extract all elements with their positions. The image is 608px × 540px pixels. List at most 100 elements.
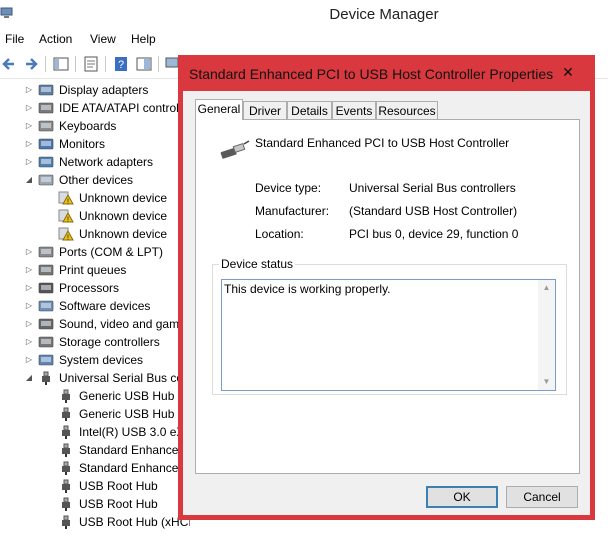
tree-item-label: Print queues <box>59 263 127 277</box>
tree-item-label: Unknown device <box>79 191 168 205</box>
expanded-arrow-icon[interactable]: ◢ <box>24 369 34 387</box>
menu-file[interactable]: File <box>5 32 24 46</box>
collapsed-arrow-icon[interactable]: ▷ <box>24 99 34 117</box>
collapsed-arrow-icon[interactable]: ▷ <box>24 117 34 135</box>
back-arrow-icon[interactable] <box>0 55 18 73</box>
collapsed-arrow-icon[interactable]: ▷ <box>24 315 34 333</box>
tree-item-label: Other devices <box>59 173 134 187</box>
tree-item-label: USB Root Hub (xHCI) <box>79 515 190 529</box>
tree-item-label: System devices <box>59 353 144 367</box>
show-hidden-icon[interactable] <box>135 55 153 73</box>
status-scrollbar[interactable]: ▲ ▼ <box>538 280 555 390</box>
device-status-textbox[interactable]: This device is working properly. ▲ ▼ <box>221 279 556 391</box>
ok-button[interactable]: OK <box>426 486 498 508</box>
collapsed-arrow-icon[interactable]: ▷ <box>24 81 34 99</box>
window-titlebar: Device Manager <box>0 0 608 30</box>
device-type-value: Universal Serial Bus controllers <box>349 181 516 195</box>
tree-item-label: Standard Enhanced PCI to USB Host Contro… <box>79 443 190 457</box>
menu-view[interactable]: View <box>90 32 116 46</box>
tree-item-label: Sound, video and game controllers <box>59 317 190 331</box>
tab-driver[interactable]: Driver <box>243 101 287 119</box>
scroll-down-icon[interactable]: ▼ <box>538 374 555 390</box>
collapsed-arrow-icon[interactable]: ▷ <box>24 279 34 297</box>
manufacturer-value: (Standard USB Host Controller) <box>349 204 518 218</box>
speaker-icon <box>38 318 54 330</box>
usb-plug-icon <box>62 407 70 421</box>
window-title: Device Manager <box>329 6 439 23</box>
close-icon[interactable]: ✕ <box>558 64 578 81</box>
usb-plug-icon <box>62 443 70 457</box>
tree-item-label: Processors <box>59 281 120 295</box>
device-name: Standard Enhanced PCI to USB Host Contro… <box>255 136 510 150</box>
tree-item-label: Generic USB Hub <box>79 407 175 421</box>
display-adapter-icon <box>38 84 54 96</box>
collapsed-arrow-icon[interactable]: ▷ <box>24 333 34 351</box>
device-type-label: Device type: <box>255 181 322 195</box>
svg-text:?: ? <box>118 59 124 71</box>
usb-plug-icon <box>220 140 250 159</box>
system-device-icon <box>38 354 54 366</box>
collapsed-arrow-icon[interactable]: ▷ <box>24 351 34 369</box>
network-adapter-icon <box>38 156 54 168</box>
forward-arrow-icon[interactable] <box>22 55 40 73</box>
expanded-arrow-icon[interactable]: ◢ <box>24 171 34 189</box>
console-tree-icon[interactable] <box>52 55 70 73</box>
tree-item-label: IDE ATA/ATAPI controllers <box>59 101 190 115</box>
device-tree[interactable]: ▷ Display adapters ▷ IDE ATA/ATAPI controll… <box>0 80 190 540</box>
toolbar-separator <box>75 56 76 72</box>
cancel-button[interactable]: Cancel <box>506 486 578 508</box>
toolbar-separator <box>45 56 46 72</box>
tab-general[interactable]: General <box>195 99 243 120</box>
device-status-label: Device status <box>219 257 296 271</box>
unknown-device-warning-icon: ! <box>58 227 74 241</box>
dialog-title: Standard Enhanced PCI to USB Host Contro… <box>189 66 554 82</box>
usb-plug-icon <box>62 461 70 475</box>
tree-item-label: Monitors <box>59 137 106 151</box>
tree-item-label: Unknown device <box>79 209 168 223</box>
toolbar-separator <box>105 56 106 72</box>
usb-plug-icon <box>42 371 50 385</box>
general-tab-panel: Standard Enhanced PCI to USB Host Contro… <box>195 119 580 474</box>
menu-action[interactable]: Action <box>39 32 72 46</box>
dialog-titlebar[interactable]: Standard Enhanced PCI to USB Host Contro… <box>183 60 590 91</box>
collapsed-arrow-icon[interactable]: ▷ <box>24 135 34 153</box>
usb-plug-icon <box>62 425 70 439</box>
processor-icon <box>38 282 54 294</box>
tree-item-label: Intel(R) USB 3.0 eXtensible Host Control… <box>79 425 190 439</box>
location-label: Location: <box>255 227 304 241</box>
properties-dialog: Standard Enhanced PCI to USB Host Contro… <box>178 55 595 520</box>
tree-item-label: Standard Enhanced PCI to USB Host Contro… <box>79 461 190 475</box>
device-status-text: This device is working properly. <box>224 282 391 296</box>
svg-text:!: ! <box>67 235 69 242</box>
usb-plug-icon <box>62 479 70 493</box>
svg-text:!: ! <box>67 199 69 206</box>
menu-help[interactable]: Help <box>131 32 156 46</box>
tree-item-label: Keyboards <box>59 119 117 133</box>
monitor-icon <box>38 138 54 150</box>
printer-icon <box>38 264 54 276</box>
tree-item-label: Storage controllers <box>59 335 160 349</box>
storage-controller-icon <box>38 336 54 348</box>
location-value: PCI bus 0, device 29, function 0 <box>349 227 519 241</box>
software-device-icon <box>38 300 54 312</box>
tree-item-label: Universal Serial Bus controllers <box>59 371 190 385</box>
collapsed-arrow-icon[interactable]: ▷ <box>24 297 34 315</box>
collapsed-arrow-icon[interactable]: ▷ <box>24 261 34 279</box>
tree-item-label: USB Root Hub <box>79 497 158 511</box>
properties-icon[interactable] <box>82 55 100 73</box>
dialog-tabs: General Driver Details Events Resources <box>195 99 585 120</box>
scroll-up-icon[interactable]: ▲ <box>538 280 555 296</box>
tab-resources[interactable]: Resources <box>376 101 438 119</box>
tree-item-label: Software devices <box>59 299 151 313</box>
collapsed-arrow-icon[interactable]: ▷ <box>24 243 34 261</box>
usb-plug-icon <box>62 497 70 511</box>
tab-events[interactable]: Events <box>332 101 376 119</box>
tree-item-label: Display adapters <box>59 83 149 97</box>
port-icon <box>38 246 54 258</box>
tree-item-label: Generic USB Hub <box>79 389 175 403</box>
collapsed-arrow-icon[interactable]: ▷ <box>24 153 34 171</box>
tab-details[interactable]: Details <box>287 101 332 119</box>
unknown-device-warning-icon: ! <box>58 191 74 205</box>
keyboard-icon <box>38 120 54 132</box>
help-icon[interactable]: ? <box>112 55 130 73</box>
